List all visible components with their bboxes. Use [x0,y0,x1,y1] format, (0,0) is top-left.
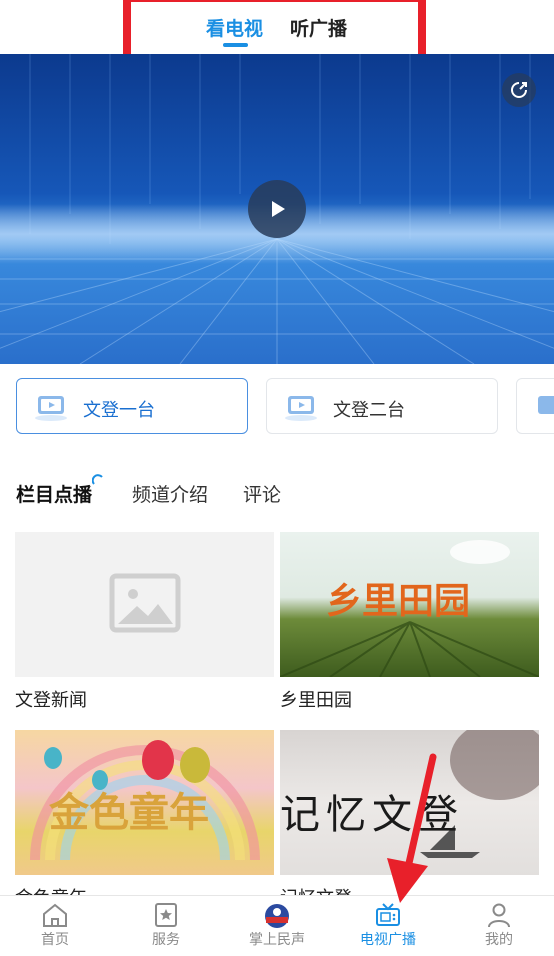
share-button[interactable] [502,73,536,107]
nav-label: 服务 [152,931,180,947]
nav-label: 掌上民声 [249,931,305,947]
tab-watch-tv[interactable]: 看电视 [206,14,263,41]
program-thumbnail: 金色童年 [15,730,274,875]
tv-channel-icon [35,396,67,421]
play-button[interactable] [248,180,306,238]
nav-label: 我的 [485,931,513,947]
bottom-nav: 首页 服务 掌上民声 电视广播 我的 [0,895,554,956]
program-title: 乡里田园 [280,690,352,710]
nav-home[interactable]: 首页 [0,896,110,956]
tab-program-on-demand[interactable]: 栏目点播 [16,480,92,507]
channel-wendeng-1[interactable]: 文登一台 [16,378,248,434]
tv-icon [376,903,400,926]
program-thumbnail-text: 金色童年 [49,790,209,835]
bookmark-star-icon [155,903,177,927]
nav-services[interactable]: 服务 [111,896,221,956]
program-thumbnail: 乡里田园 [280,532,539,677]
program-title: 文登新闻 [15,690,87,710]
channel-partial[interactable] [516,378,554,434]
image-placeholder-icon [109,573,181,633]
video-player[interactable] [0,54,554,364]
tab-listen-radio[interactable]: 听广播 [290,14,347,41]
channel-selector: 文登一台 文登二台 [0,364,554,450]
channel-label: 文登二台 [333,400,405,420]
nav-label: 首页 [41,931,69,947]
tab-comments[interactable]: 评论 [243,480,281,507]
program-thumbnail: 记忆文登 [280,730,539,875]
minsheng-logo-icon [265,904,289,928]
channel-wendeng-2[interactable]: 文登二台 [266,378,498,434]
active-tab-indicator [223,43,248,47]
active-tab-mark-icon [92,474,103,485]
play-icon [272,201,285,217]
share-icon [511,82,527,98]
nav-public-voice[interactable]: 掌上民声 [222,896,332,956]
top-tab-bar: 看电视 听广播 [0,0,554,54]
channel-label: 文登一台 [83,400,155,420]
tab-channel-intro[interactable]: 频道介绍 [132,480,208,507]
program-thumbnail-text: 乡里田园 [326,581,471,621]
user-icon [488,903,510,928]
tv-channel-icon [538,396,554,414]
program-thumbnail-text: 记忆文登 [280,792,464,837]
home-icon [43,903,67,927]
nav-label: 电视广播 [360,931,416,947]
nav-mine[interactable]: 我的 [444,896,554,956]
tv-channel-icon [285,396,317,421]
sub-tab-bar: 栏目点播 频道介绍 评论 [0,470,554,514]
nav-tv-radio[interactable]: 电视广播 [333,896,443,956]
program-thumbnail-placeholder [15,532,274,677]
